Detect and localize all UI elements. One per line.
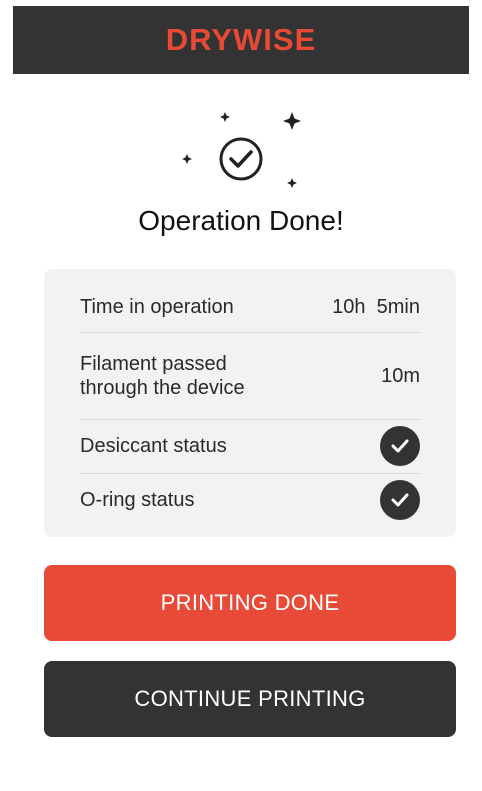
summary-row-filament: Filament passed through the device 10m bbox=[80, 341, 420, 411]
filament-value: 10m bbox=[381, 364, 420, 387]
time-label: Time in operation bbox=[80, 296, 234, 318]
divider bbox=[80, 473, 420, 474]
operation-summary-card: Time in operation 10h 5min Filament pass… bbox=[44, 269, 456, 537]
continue-printing-button[interactable]: CONTINUE PRINTING bbox=[44, 661, 456, 737]
oring-label: O-ring status bbox=[80, 489, 195, 511]
filament-label: Filament passed through the device bbox=[80, 352, 245, 400]
summary-row-oring: O-ring status bbox=[80, 480, 420, 520]
filament-label-line2: through the device bbox=[80, 377, 245, 399]
filament-label-line1: Filament passed bbox=[80, 353, 227, 375]
divider bbox=[80, 419, 420, 420]
success-illustration bbox=[0, 108, 482, 200]
check-icon bbox=[380, 480, 420, 520]
check-sparkle-icon bbox=[182, 112, 301, 188]
summary-row-desiccant: Desiccant status bbox=[80, 426, 420, 466]
desiccant-label: Desiccant status bbox=[80, 435, 227, 457]
divider bbox=[80, 332, 420, 333]
check-icon bbox=[380, 426, 420, 466]
brand-logo: DRYWISE bbox=[165, 22, 317, 57]
summary-row-time: Time in operation 10h 5min bbox=[80, 287, 420, 327]
app-header: DRYWISE bbox=[13, 6, 469, 74]
printing-done-button[interactable]: PRINTING DONE bbox=[44, 565, 456, 641]
time-value: 10h 5min bbox=[332, 295, 420, 318]
page-title: Operation Done! bbox=[138, 205, 344, 236]
